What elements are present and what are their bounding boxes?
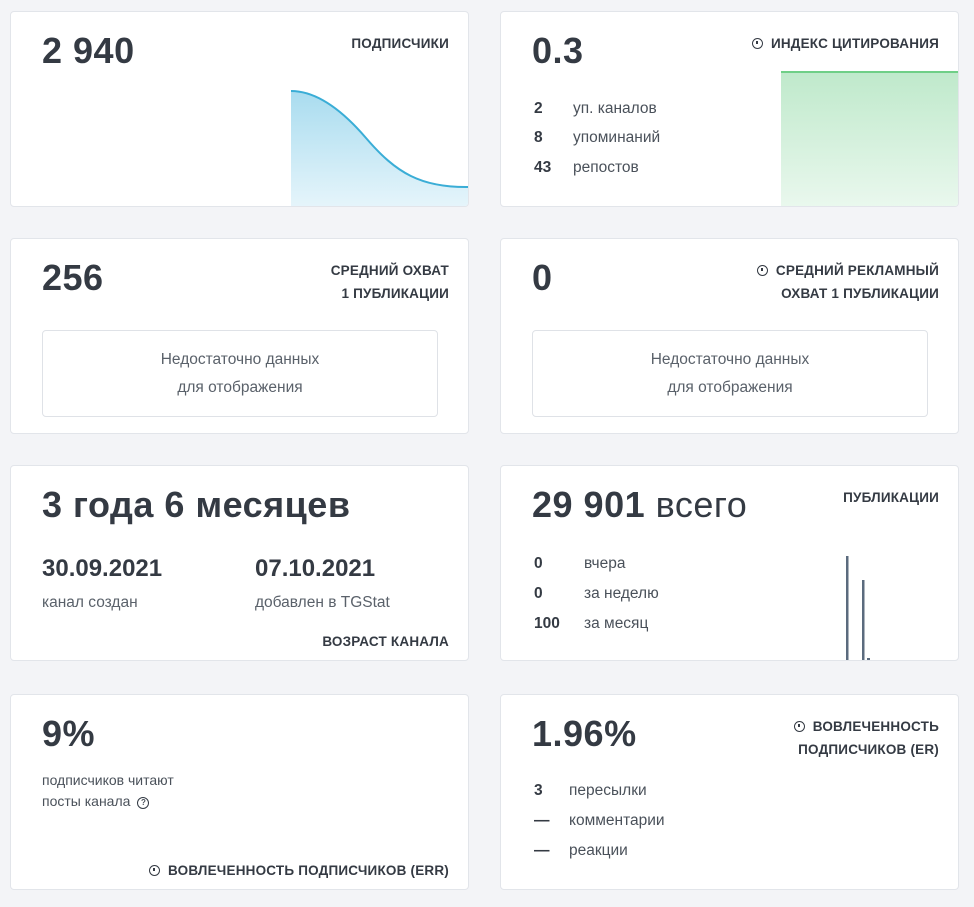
created-date: 30.09.2021	[42, 555, 163, 582]
citation-stat-num: 43	[534, 159, 552, 176]
publications-value-wrap: 29 901 всего	[532, 484, 747, 526]
er-card[interactable]: 1.96% ВОВЛЕЧЕННОСТЬ ПОДПИСЧИКОВ (ER) 3 п…	[500, 694, 959, 890]
er-stat-comments: — комментарии	[534, 812, 665, 830]
er-label-line2: ПОДПИСЧИКОВ (ER)	[798, 742, 939, 757]
publications-bar	[862, 580, 865, 660]
avg-reach-label-line1: СРЕДНИЙ ОХВАТ	[330, 263, 449, 278]
nodata-line2: для отображения	[177, 379, 303, 396]
avg-reach-card[interactable]: 256 СРЕДНИЙ ОХВАТ 1 ПУБЛИКАЦИИ Недостато…	[10, 238, 469, 434]
citation-stat-num: 2	[534, 100, 543, 117]
publications-value: 29 901	[532, 484, 646, 525]
publications-stat-num: 0	[534, 585, 543, 602]
citation-stat-channels: 2 уп. каналов	[534, 100, 657, 118]
ad-reach-label: СРЕДНИЙ РЕКЛАМНЫЙ ОХВАТ 1 ПУБЛИКАЦИИ	[756, 259, 939, 305]
citation-value: 0.3	[532, 30, 584, 71]
publications-stat-text: вчера	[584, 555, 626, 572]
publications-stat-yesterday: 0 вчера	[534, 555, 625, 573]
publications-stat-text: за неделю	[584, 585, 659, 602]
citation-stat-text: репостов	[573, 159, 639, 176]
citation-label-wrap: ИНДЕКС ЦИТИРОВАНИЯ	[751, 32, 939, 55]
subscribers-value: 2 940	[42, 30, 135, 71]
citation-stat-num: 8	[534, 129, 543, 146]
avg-reach-value: 256	[42, 257, 104, 298]
info-icon[interactable]	[756, 265, 768, 276]
ad-reach-value: 0	[532, 257, 553, 298]
avg-reach-label: СРЕДНИЙ ОХВАТ 1 ПУБЛИКАЦИИ	[331, 259, 449, 305]
subscribers-label: ПОДПИСЧИКИ	[351, 36, 449, 51]
er-stat-num: 3	[534, 782, 543, 799]
created-label: канал создан	[42, 594, 138, 611]
info-icon[interactable]	[149, 865, 160, 876]
er-stat-forwards: 3 пересылки	[534, 782, 647, 800]
er-stat-reactions: — реакции	[534, 842, 628, 860]
citation-stat-mentions: 8 упоминаний	[534, 129, 660, 147]
publications-bar	[846, 556, 849, 660]
help-icon[interactable]: ?	[137, 797, 150, 809]
subscribers-sparkline	[291, 90, 468, 206]
citation-stat-text: уп. каналов	[573, 100, 657, 117]
err-label: ВОВЛЕЧЕННОСТЬ ПОДПИСЧИКОВ (ERR)	[168, 863, 449, 878]
citation-area-chart	[781, 71, 958, 206]
er-label: ВОВЛЕЧЕННОСТЬ ПОДПИСЧИКОВ (ER)	[793, 715, 939, 761]
ad-reach-nodata-box: Недостаточно данных для отображения	[532, 330, 928, 417]
citation-stat-reposts: 43 репостов	[534, 159, 639, 177]
channel-age-value: 3 года 6 месяцев	[42, 484, 351, 525]
err-value: 9%	[42, 713, 96, 754]
subscribers-card[interactable]: 2 940 ПОДПИСЧИКИ	[10, 11, 469, 207]
citation-label: ИНДЕКС ЦИТИРОВАНИЯ	[770, 36, 939, 51]
added-date: 07.10.2021	[255, 555, 376, 582]
citation-stat-text: упоминаний	[573, 129, 661, 146]
publications-stat-num: 0	[534, 555, 543, 572]
er-stat-text: комментарии	[569, 812, 665, 829]
publications-bar	[867, 658, 870, 660]
info-icon[interactable]	[751, 38, 763, 49]
er-label-line1: ВОВЛЕЧЕННОСТЬ	[812, 719, 939, 734]
publications-stat-num: 100	[534, 615, 560, 632]
ad-reach-label-line2: ОХВАТ 1 ПУБЛИКАЦИИ	[781, 286, 939, 301]
ad-reach-label-line1: СРЕДНИЙ РЕКЛАМНЫЙ	[775, 263, 939, 278]
channel-age-label: ВОЗРАСТ КАНАЛА	[322, 634, 449, 649]
err-description: подписчиков читают посты канала?	[42, 770, 174, 812]
publications-suffix: всего	[655, 484, 748, 525]
added-label: добавлен в TGStat	[255, 594, 390, 611]
err-card[interactable]: 9% подписчиков читают посты канала? ВОВЛ…	[10, 694, 469, 890]
er-stat-num: —	[534, 842, 550, 859]
nodata-line1: Недостаточно данных	[160, 351, 320, 368]
publications-stat-text: за месяц	[584, 615, 649, 632]
channel-age-card[interactable]: 3 года 6 месяцев 30.09.2021 канал создан…	[10, 465, 469, 661]
er-stat-num: —	[534, 812, 550, 829]
err-label-wrap: ВОВЛЕЧЕННОСТЬ ПОДПИСЧИКОВ (ERR)	[149, 859, 449, 882]
err-desc-line2: посты канала	[42, 793, 131, 809]
nodata-line1: Недостаточно данных	[650, 351, 810, 368]
info-icon[interactable]	[793, 721, 805, 732]
er-stat-text: пересылки	[569, 782, 647, 799]
ad-reach-card[interactable]: 0 СРЕДНИЙ РЕКЛАМНЫЙ ОХВАТ 1 ПУБЛИКАЦИИ Н…	[500, 238, 959, 434]
publications-bar-chart	[846, 556, 870, 660]
er-value: 1.96%	[532, 713, 637, 754]
err-desc-line1: подписчиков читают	[42, 772, 174, 788]
avg-reach-nodata-box: Недостаточно данных для отображения	[42, 330, 438, 417]
publications-stat-week: 0 за неделю	[534, 585, 659, 603]
publications-card[interactable]: 29 901 всего ПУБЛИКАЦИИ 0 вчера 0 за нед…	[500, 465, 959, 661]
citation-card[interactable]: 0.3 ИНДЕКС ЦИТИРОВАНИЯ 2 уп. каналов 8 у…	[500, 11, 959, 207]
publications-stat-month: 100 за месяц	[534, 615, 648, 633]
nodata-line2: для отображения	[667, 379, 793, 396]
avg-reach-label-line2: 1 ПУБЛИКАЦИИ	[341, 286, 449, 301]
er-stat-text: реакции	[569, 842, 628, 859]
publications-label: ПУБЛИКАЦИИ	[843, 490, 939, 505]
